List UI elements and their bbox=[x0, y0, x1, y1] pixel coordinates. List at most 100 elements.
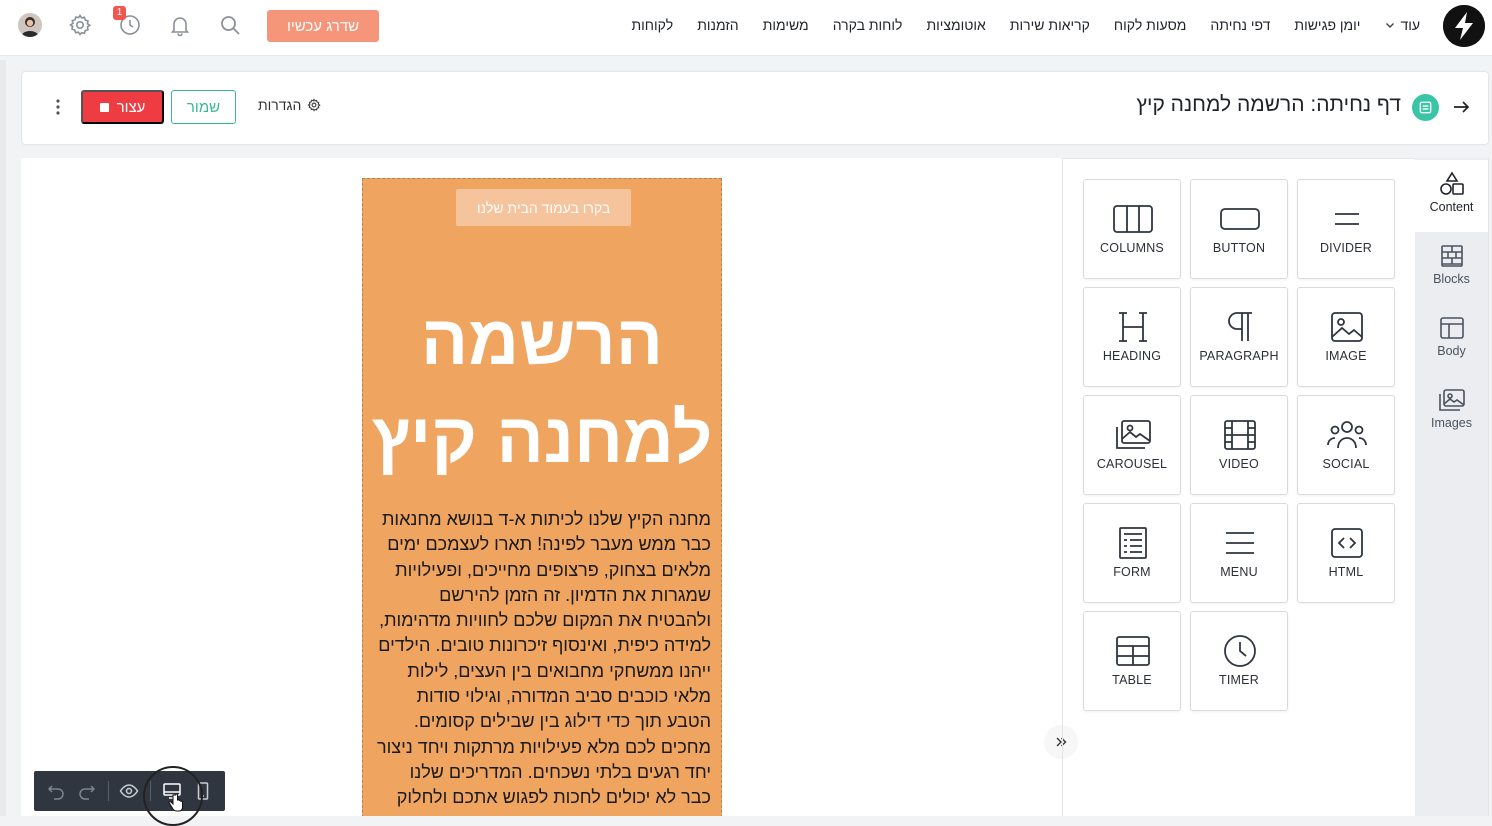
paragraph-line: הטבע תוך כדי דילוג בין שבילים קסומים. bbox=[413, 711, 711, 732]
app-logo[interactable] bbox=[1443, 5, 1485, 47]
bell-icon[interactable] bbox=[168, 13, 192, 37]
nav-item-service-tickets[interactable]: קריאות שירות bbox=[1010, 17, 1090, 33]
tool-label: HEADING bbox=[1102, 349, 1162, 363]
save-button[interactable]: שמור bbox=[171, 90, 236, 124]
stop-label: עצור bbox=[116, 98, 146, 116]
gear-icon[interactable] bbox=[68, 13, 92, 37]
tool-table[interactable]: TABLE bbox=[1083, 611, 1181, 711]
timer-icon bbox=[1220, 634, 1260, 668]
stop-icon bbox=[99, 102, 109, 112]
tool-divider[interactable]: DIVIDER bbox=[1297, 179, 1395, 279]
tool-label: MENU bbox=[1220, 565, 1258, 579]
home-page-button[interactable]: בקרו בעמוד הבית שלנו bbox=[456, 189, 631, 226]
panel-divider bbox=[1062, 158, 1063, 816]
tool-label: BUTTON bbox=[1212, 241, 1266, 255]
tool-label: HTML bbox=[1328, 565, 1364, 579]
paragraph-line: ולהבטיח את המקום שלכם לחוויות מדהימות, bbox=[379, 610, 711, 631]
upgrade-button[interactable]: שדרג עכשיו bbox=[267, 10, 379, 42]
tool-columns[interactable]: COLUMNS bbox=[1083, 179, 1181, 279]
nav-item-customers[interactable]: לקוחות bbox=[631, 17, 673, 33]
paragraph-line: מלאי כוכבים סביב המדורה, וגילוי סודות bbox=[416, 686, 711, 707]
body-layout-icon bbox=[1438, 314, 1466, 342]
tool-label: COLUMNS bbox=[1100, 241, 1164, 255]
paragraph-line: מלאים בצחוק, פרצופים מחייכים, ופעילויות bbox=[395, 559, 711, 580]
tool-label: VIDEO bbox=[1219, 457, 1259, 471]
nav-item-calendar[interactable]: יומן פגישות bbox=[1294, 17, 1360, 33]
editor-canvas: בקרו בעמוד הבית שלנו הרשמה למחנה קיץ מחנ… bbox=[21, 158, 1063, 816]
tool-label: TABLE bbox=[1112, 673, 1152, 687]
tool-label: SOCIAL bbox=[1322, 457, 1370, 471]
user-avatar[interactable] bbox=[18, 13, 42, 37]
tool-html[interactable]: HTML bbox=[1297, 503, 1395, 603]
menu-icon bbox=[1220, 526, 1260, 560]
redo-icon[interactable] bbox=[77, 781, 97, 801]
tool-label: CAROUSEL bbox=[1096, 457, 1168, 471]
tab-label: Blocks bbox=[1433, 272, 1470, 286]
hand-cursor-icon bbox=[168, 793, 183, 812]
gear-icon bbox=[307, 98, 322, 112]
tool-label: IMAGE bbox=[1325, 349, 1367, 363]
button-icon bbox=[1220, 202, 1260, 236]
tool-carousel[interactable]: CAROUSEL bbox=[1083, 395, 1181, 495]
html-icon bbox=[1327, 526, 1367, 560]
double-chevron-right-icon bbox=[1056, 737, 1067, 747]
page-title: דף נחיתה: הרשמה למחנה קיץ bbox=[1136, 93, 1401, 116]
back-arrow-icon[interactable] bbox=[1450, 96, 1472, 118]
nav-item-orders[interactable]: הזמנות bbox=[697, 17, 739, 33]
tool-heading[interactable]: HEADING bbox=[1083, 287, 1181, 387]
images-icon bbox=[1438, 386, 1466, 414]
tab-label: Body bbox=[1437, 344, 1466, 358]
collapse-panel-button[interactable] bbox=[1044, 725, 1078, 759]
stop-button[interactable]: עצור bbox=[81, 90, 164, 124]
paragraph-line: ייהנו ממשחקי מחבואים בין העצים, לילות bbox=[407, 660, 711, 681]
tool-image[interactable]: IMAGE bbox=[1297, 287, 1395, 387]
tool-label: DIVIDER bbox=[1319, 241, 1373, 255]
tool-label: FORM bbox=[1113, 565, 1151, 579]
image-icon bbox=[1327, 310, 1367, 344]
main-menu: לקוחות הזמנות משימות לוחות בקרה אוטומציו… bbox=[631, 0, 1420, 50]
paragraph-line: כבר ממש מעבר לפינה! תארו לעצמכם ימים bbox=[387, 534, 711, 555]
tool-menu[interactable]: MENU bbox=[1190, 503, 1288, 603]
more-options-icon[interactable] bbox=[52, 97, 64, 117]
tab-label: Content bbox=[1429, 200, 1474, 214]
nav-item-automations[interactable]: אוטומציות bbox=[926, 17, 985, 33]
search-icon[interactable] bbox=[218, 13, 242, 37]
settings-link[interactable]: הגדרות bbox=[258, 97, 322, 113]
paragraph-line: יחד רגעים בלתי נשכחים. המדריכים שלנו bbox=[409, 761, 711, 782]
tool-timer[interactable]: TIMER bbox=[1190, 611, 1288, 711]
nav-item-dashboards[interactable]: לוחות בקרה bbox=[833, 17, 903, 33]
paragraph-line: מחכים לכם מלא פעילויות מרתקות ויחד ניצור bbox=[376, 736, 711, 757]
settings-label: הגדרות bbox=[258, 97, 302, 113]
hero-heading[interactable]: הרשמה למחנה קיץ bbox=[363, 291, 721, 487]
tab-label: Images bbox=[1431, 416, 1472, 430]
tool-paragraph[interactable]: PARAGRAPH bbox=[1190, 287, 1288, 387]
landing-page-icon bbox=[1412, 94, 1439, 121]
nav-more-label: עוד bbox=[1400, 17, 1420, 33]
tool-video[interactable]: VIDEO bbox=[1190, 395, 1288, 495]
paragraph-line: למידה כיפית, ואינסוף זיכרונות טובים. היל… bbox=[378, 635, 711, 656]
landing-page-preview[interactable]: בקרו בעמוד הבית שלנו הרשמה למחנה קיץ מחנ… bbox=[362, 178, 722, 816]
nav-item-more[interactable]: עוד bbox=[1384, 17, 1420, 33]
paragraph-line: שמגרות את הדמיון. זה הזמן להירשם bbox=[439, 584, 711, 605]
tool-label: TIMER bbox=[1219, 673, 1259, 687]
tab-content[interactable]: Content bbox=[1415, 160, 1488, 232]
side-tab-bar: Content Blocks Body Images bbox=[1415, 158, 1488, 816]
preview-eye-icon[interactable] bbox=[119, 781, 139, 801]
tool-form[interactable]: FORM bbox=[1083, 503, 1181, 603]
shapes-icon bbox=[1438, 170, 1466, 198]
paragraph-icon bbox=[1220, 310, 1260, 344]
form-icon bbox=[1113, 526, 1153, 560]
nav-item-tasks[interactable]: משימות bbox=[763, 17, 809, 33]
tool-label: PARAGRAPH bbox=[1199, 349, 1279, 363]
undo-icon[interactable] bbox=[46, 781, 66, 801]
tool-social[interactable]: SOCIAL bbox=[1297, 395, 1395, 495]
tab-blocks[interactable]: Blocks bbox=[1415, 232, 1488, 304]
nav-item-customer-journeys[interactable]: מסעות לקוח bbox=[1114, 17, 1187, 33]
tool-button[interactable]: BUTTON bbox=[1190, 179, 1288, 279]
table-icon bbox=[1113, 634, 1153, 668]
tab-images[interactable]: Images bbox=[1415, 376, 1488, 448]
nav-item-landing-pages[interactable]: דפי נחיתה bbox=[1210, 17, 1270, 33]
hero-paragraph[interactable]: מחנה הקיץ שלנו לכיתות א-ד בנושא מחנאות כ… bbox=[371, 507, 711, 811]
left-edge bbox=[0, 60, 6, 816]
tab-body[interactable]: Body bbox=[1415, 304, 1488, 376]
